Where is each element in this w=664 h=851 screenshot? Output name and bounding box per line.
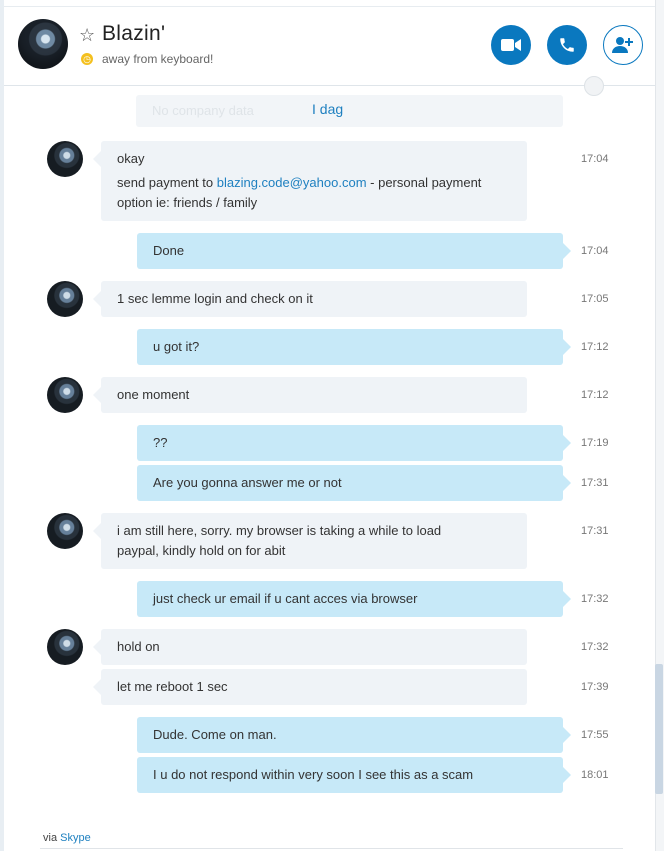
video-call-button[interactable] — [491, 25, 531, 65]
email-link[interactable]: blazing.code@yahoo.com — [217, 175, 367, 190]
add-person-icon — [612, 37, 633, 53]
message-bubble-outgoing[interactable]: just check ur email if u cant acces via … — [137, 581, 571, 617]
message-text: - personal payment — [366, 175, 482, 190]
message-avatar[interactable] — [47, 629, 83, 665]
skype-link[interactable]: Skype — [60, 832, 91, 844]
message-avatar[interactable] — [47, 513, 83, 549]
message-text: paypal, kindly hold on for abit — [117, 543, 286, 558]
scrollbar-track[interactable] — [655, 0, 664, 851]
status-text: away from keyboard! — [102, 52, 214, 66]
message-bubble-incoming[interactable]: one moment — [93, 377, 527, 413]
via-label: via — [43, 832, 58, 844]
globe-icon[interactable] — [584, 76, 604, 96]
contact-avatar[interactable] — [18, 19, 68, 69]
message-time: 17:32 — [581, 593, 609, 605]
message-time: 17:32 — [581, 641, 609, 653]
message-text: let me reboot 1 sec — [117, 679, 228, 694]
video-camera-icon — [501, 39, 521, 51]
message-time: 18:01 — [581, 769, 609, 781]
date-link[interactable]: I dag — [312, 101, 343, 117]
message-time: 17:55 — [581, 729, 609, 741]
message-text: u got it? — [153, 339, 200, 354]
message-text: i am still here, sorry. my browser is ta… — [117, 523, 442, 538]
message-time: 17:04 — [581, 245, 609, 257]
message-text: Dude. Come on man. — [153, 727, 277, 742]
message-bubble-outgoing[interactable]: u got it? — [137, 329, 571, 365]
company-data-text: No company data — [152, 103, 254, 118]
message-time: 17:31 — [581, 477, 609, 489]
message-text: one moment — [117, 387, 190, 402]
message-text: 1 sec lemme login and check on it — [117, 291, 313, 306]
message-text: just check ur email if u cant acces via … — [153, 591, 418, 606]
message-time: 17:05 — [581, 293, 609, 305]
message-text: ?? — [153, 435, 168, 450]
message-avatar[interactable] — [47, 377, 83, 413]
message-time: 17:19 — [581, 437, 609, 449]
contact-name[interactable]: Blazin' — [102, 22, 165, 46]
message-bubble-outgoing[interactable]: Dude. Come on man. — [137, 717, 571, 753]
message-bubble-outgoing[interactable]: ?? — [137, 425, 571, 461]
star-outline-icon[interactable]: ☆ — [79, 25, 95, 46]
message-time: 17:39 — [581, 681, 609, 693]
message-text: okay — [117, 151, 145, 166]
message-text: send payment to — [117, 175, 217, 190]
message-bubble-incoming[interactable]: hold on — [93, 629, 527, 665]
divider — [40, 848, 623, 849]
message-bubble-incoming[interactable]: 1 sec lemme login and check on it — [93, 281, 527, 317]
message-time: 17:12 — [581, 341, 609, 353]
message-avatar[interactable] — [47, 141, 83, 177]
message-bubble-incoming[interactable]: let me reboot 1 sec — [93, 669, 527, 705]
message-text: option ie: friends / family — [117, 195, 258, 210]
message-bubble-outgoing[interactable]: I u do not respond within very soon I se… — [137, 757, 571, 793]
scrollbar-thumb[interactable] — [655, 664, 663, 794]
message-bubble-outgoing[interactable]: Are you gonna answer me or not — [137, 465, 571, 501]
company-info-bar: No company data I dag — [136, 95, 563, 127]
message-text: Are you gonna answer me or not — [153, 475, 342, 490]
add-people-button[interactable] — [603, 25, 643, 65]
message-time: 17:04 — [581, 153, 609, 165]
message-text: Done — [153, 243, 185, 258]
message-bubble-incoming[interactable]: okay send payment to blazing.code@yahoo.… — [93, 141, 527, 221]
audio-call-button[interactable] — [547, 25, 587, 65]
message-bubble-incoming[interactable]: i am still here, sorry. my browser is ta… — [93, 513, 527, 569]
message-text: I u do not respond within very soon I se… — [153, 767, 474, 782]
message-avatar[interactable] — [47, 281, 83, 317]
clock-icon: ◷ — [81, 53, 93, 65]
message-time: 17:12 — [581, 389, 609, 401]
message-text: hold on — [117, 639, 160, 654]
window-left-edge — [0, 0, 4, 851]
conversation-header: ☆ Blazin' ◷ away from keyboard! — [4, 6, 655, 86]
phone-icon — [560, 38, 574, 52]
message-bubble-outgoing[interactable]: Done — [137, 233, 571, 269]
via-footer: via Skype — [43, 832, 91, 844]
message-time: 17:31 — [581, 525, 609, 537]
